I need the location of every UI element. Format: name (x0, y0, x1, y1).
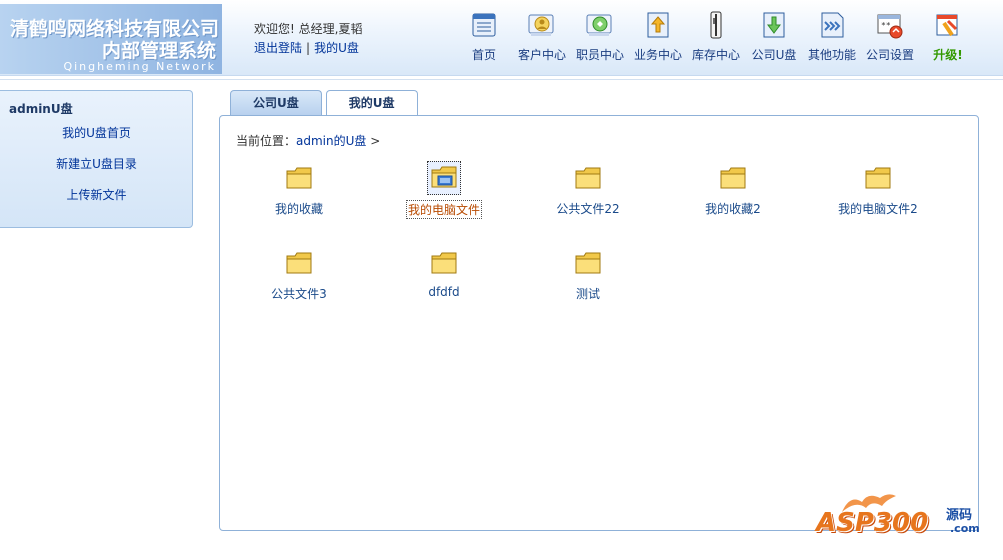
folder-item[interactable]: 公共文件3 (239, 246, 359, 302)
nav-upgrade[interactable]: 升级! (919, 10, 977, 66)
sidebar-item-new-directory[interactable]: 新建立U盘目录 (0, 156, 193, 187)
nav-company-udisk[interactable]: 公司U盘 (745, 10, 803, 66)
logo-english-name: Qingheming Network (63, 60, 216, 73)
tab-company-udisk[interactable]: 公司U盘 (230, 90, 322, 116)
sidebar-menu: 我的U盘首页 新建立U盘目录 上传新文件 (0, 125, 193, 218)
nav-label: 客户中心 (517, 48, 566, 62)
folder-item[interactable]: 测试 (528, 246, 648, 302)
nav-label: 职员中心 (575, 48, 624, 62)
nav-label: 公司U盘 (751, 48, 797, 62)
business-icon (643, 10, 673, 40)
tab-my-udisk[interactable]: 我的U盘 (325, 90, 418, 117)
top-navigation: 首页 客户中心 职员中心 业务中心 库存中心 公司U盘 其他功能 ** 公司设置… (455, 10, 977, 66)
logo: 清鹤鸣网络科技有限公司 内部管理系统 Qingheming Network (0, 4, 222, 74)
customer-icon (527, 10, 557, 40)
folder-item[interactable]: 我的收藏2 (673, 161, 793, 217)
watermark-cn: 源码 (946, 508, 973, 523)
welcome-text: 欢迎您! 总经理,夏韬 (254, 20, 362, 37)
logo-system-name: 内部管理系统 (101, 40, 216, 62)
logout-link[interactable]: 退出登陆 (254, 41, 302, 55)
inventory-icon (701, 10, 731, 40)
sidebar: adminU盘 我的U盘首页 新建立U盘目录 上传新文件 (0, 90, 193, 228)
watermark-text: ASP300 (816, 508, 929, 538)
home-icon (469, 10, 499, 40)
nav-staff[interactable]: 职员中心 (571, 10, 629, 66)
folder-label: 我的收藏2 (705, 202, 761, 216)
nav-settings[interactable]: ** 公司设置 (861, 10, 919, 66)
folder-label: 测试 (575, 287, 600, 301)
header-divider (0, 76, 1003, 80)
folder-label: 公共文件22 (556, 202, 620, 216)
folder-icon (861, 161, 895, 195)
sidebar-title: adminU盘 (9, 102, 73, 116)
folder-item[interactable]: 公共文件22 (528, 161, 648, 217)
folder-item[interactable]: dfdfd (384, 246, 504, 299)
folder-icon (571, 161, 605, 195)
my-udisk-link[interactable]: 我的U盘 (314, 41, 359, 55)
breadcrumb-separator: > (370, 134, 381, 148)
nav-customer[interactable]: 客户中心 (513, 10, 571, 66)
file-browser-panel: 当前位置：admin的U盘 > 我的收藏 我的电脑文件 公共文件22 我的收藏2… (219, 115, 979, 531)
nav-label: 其他功能 (807, 48, 856, 62)
sidebar-item-udisk-home[interactable]: 我的U盘首页 (0, 125, 193, 156)
nav-label: 首页 (471, 48, 496, 62)
link-separator: | (306, 41, 311, 55)
folder-icon (282, 161, 316, 195)
nav-home[interactable]: 首页 (455, 10, 513, 66)
nav-business[interactable]: 业务中心 (629, 10, 687, 66)
svg-text:**: ** (881, 21, 891, 30)
header-bar: 清鹤鸣网络科技有限公司 内部管理系统 Qingheming Network 欢迎… (0, 0, 1003, 76)
other-icon (817, 10, 847, 40)
user-links: 退出登陆 | 我的U盘 (254, 39, 359, 56)
breadcrumb: 当前位置：admin的U盘 > (236, 132, 380, 149)
folder-label: 公共文件3 (271, 287, 327, 301)
watermark-com: .com (950, 522, 980, 535)
breadcrumb-prefix: 当前位置： (236, 134, 297, 148)
folder-item[interactable]: 我的电脑文件 (384, 161, 504, 219)
welcome-prefix: 欢迎您! 总经理, (254, 22, 339, 36)
nav-other[interactable]: 其他功能 (803, 10, 861, 66)
folder-icon (427, 246, 461, 280)
nav-label: 公司设置 (865, 48, 914, 62)
udisk-icon (759, 10, 789, 40)
folder-icon (282, 246, 316, 280)
shared-folder-icon (427, 161, 461, 195)
folder-item[interactable]: 我的电脑文件2 (818, 161, 938, 217)
breadcrumb-current[interactable]: admin的U盘 (296, 134, 366, 148)
settings-icon: ** (875, 10, 905, 40)
folder-icon (716, 161, 750, 195)
folder-label: 我的收藏 (274, 202, 323, 216)
staff-icon (585, 10, 615, 40)
folder-label: 我的电脑文件2 (838, 202, 918, 216)
folder-label: dfdfd (428, 285, 460, 299)
folder-label: 我的电脑文件 (405, 200, 482, 219)
folder-item[interactable]: 我的收藏 (239, 161, 359, 217)
nav-label: 库存中心 (691, 48, 740, 62)
folder-icon (571, 246, 605, 280)
sidebar-item-upload-file[interactable]: 上传新文件 (0, 187, 193, 218)
upgrade-icon (933, 10, 963, 40)
nav-inventory[interactable]: 库存中心 (687, 10, 745, 66)
nav-label: 业务中心 (633, 48, 682, 62)
tab-bar: 公司U盘 我的U盘 (230, 90, 422, 117)
watermark-logo: ASP300 源码 .com (816, 490, 986, 546)
nav-label: 升级! (933, 48, 963, 62)
user-name: 夏韬 (338, 22, 363, 36)
